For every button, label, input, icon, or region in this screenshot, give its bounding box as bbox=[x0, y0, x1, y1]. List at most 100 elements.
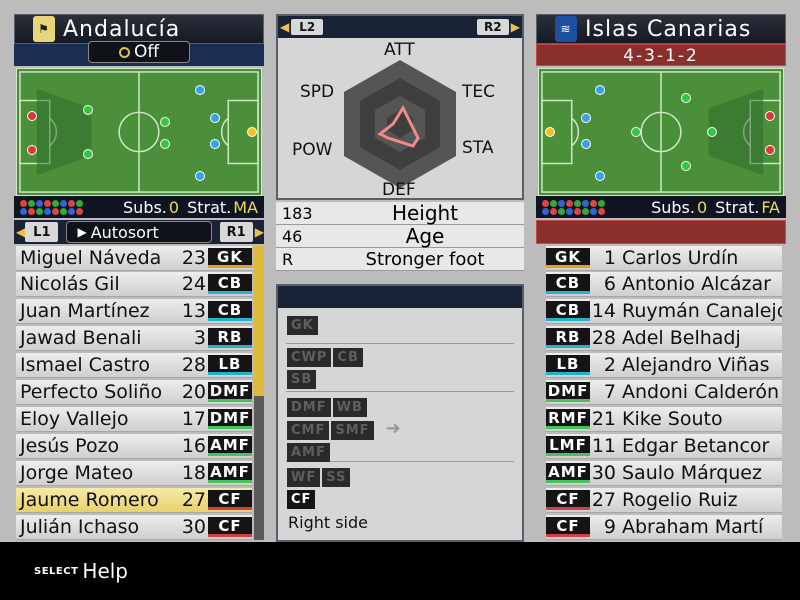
player-name: Jaume Romero bbox=[20, 489, 159, 511]
r2-button[interactable]: R2 bbox=[476, 19, 509, 35]
l1-button[interactable]: L1 bbox=[25, 222, 59, 242]
player-name: Jesús Pozo bbox=[20, 435, 120, 457]
player-number: 28 bbox=[181, 354, 206, 376]
subs-label: Subs. bbox=[651, 197, 695, 217]
position-badge: CB bbox=[208, 274, 252, 294]
player-marker[interactable] bbox=[581, 139, 591, 149]
right-subs-bar: Subs. 0 Strat. FA bbox=[536, 196, 786, 218]
player-row[interactable]: CB 14 Ruymán Canalejo bbox=[546, 299, 782, 324]
l2-button[interactable]: L2 bbox=[291, 19, 324, 35]
player-marker[interactable] bbox=[595, 171, 605, 181]
position-badge: DMF bbox=[208, 409, 252, 429]
player-row[interactable]: Jawad Benali 3 RB bbox=[16, 326, 252, 351]
radar-label-tec: TEC bbox=[462, 82, 495, 102]
player-marker[interactable] bbox=[765, 111, 775, 121]
radar-label-spd: SPD bbox=[300, 82, 335, 102]
strat-label: Strat. bbox=[715, 197, 760, 217]
player-row[interactable]: Ismael Castro 28 LB bbox=[16, 353, 252, 378]
player-row[interactable]: Julián Ichaso 30 CF bbox=[16, 515, 252, 540]
player-name: Ruymán Canalejo bbox=[622, 300, 782, 322]
arrow-right-icon: ➜ bbox=[385, 418, 401, 439]
position-group-gk: GK bbox=[286, 314, 514, 344]
player-row[interactable]: Eloy Vallejo 17 DMF bbox=[16, 407, 252, 432]
player-marker[interactable] bbox=[83, 105, 93, 115]
player-marker[interactable] bbox=[210, 139, 220, 149]
right-formation-pitch[interactable] bbox=[538, 68, 784, 196]
player-number: 17 bbox=[181, 408, 206, 430]
player-marker[interactable] bbox=[765, 145, 775, 155]
player-marker[interactable] bbox=[707, 127, 717, 137]
player-row[interactable]: AMF 30 Saulo Márquez bbox=[546, 461, 782, 486]
height-row: 183 Height bbox=[276, 201, 524, 225]
foot-label: Stronger foot bbox=[365, 248, 485, 270]
age-row: 46 Age bbox=[276, 224, 524, 248]
player-row[interactable]: LB 2 Alejandro Viñas bbox=[546, 353, 782, 378]
player-row[interactable]: CF 27 Rogelio Ruiz bbox=[546, 488, 782, 513]
position-badge: AMF bbox=[208, 463, 252, 483]
left-list-scrollbar[interactable] bbox=[254, 246, 264, 540]
player-row[interactable]: DMF 7 Andoni Calderón bbox=[546, 380, 782, 405]
player-marker[interactable] bbox=[681, 93, 691, 103]
player-radar-panel: ◀ L2 R2 ▶ ATT TEC STA DEF POW SPD bbox=[276, 14, 524, 200]
select-key-icon[interactable]: SELECT bbox=[34, 566, 78, 577]
player-marker[interactable] bbox=[83, 149, 93, 159]
right-team-name: Islas Canarias bbox=[585, 16, 752, 42]
player-marker[interactable] bbox=[195, 171, 205, 181]
autosort-button[interactable]: ▶ Autosort bbox=[66, 221, 212, 243]
arrow-left-icon[interactable]: ◀ bbox=[16, 225, 25, 239]
player-row[interactable]: Jesús Pozo 16 AMF bbox=[16, 434, 252, 459]
player-marker[interactable] bbox=[27, 145, 37, 155]
player-marker[interactable] bbox=[631, 127, 641, 137]
player-row[interactable]: Miguel Náveda 23 GK bbox=[16, 246, 252, 271]
player-marker[interactable] bbox=[581, 113, 591, 123]
player-number: 21 bbox=[591, 408, 616, 430]
subs-indicator-icon bbox=[20, 200, 90, 215]
player-row[interactable]: CB 6 Antonio Alcázar bbox=[546, 272, 782, 297]
position-badge: LMF bbox=[546, 436, 590, 456]
left-formation-pitch[interactable] bbox=[16, 68, 262, 196]
player-row[interactable]: RB 28 Adel Belhadj bbox=[546, 326, 782, 351]
position-badge: CB bbox=[546, 301, 590, 321]
player-marker[interactable] bbox=[681, 161, 691, 171]
player-row[interactable]: Perfecto Soliño 20 DMF bbox=[16, 380, 252, 405]
player-name: Antonio Alcázar bbox=[622, 273, 771, 295]
player-marker[interactable] bbox=[27, 111, 37, 121]
player-number: 27 bbox=[181, 489, 206, 511]
player-row[interactable]: LMF 11 Edgar Betancor bbox=[546, 434, 782, 459]
player-marker[interactable] bbox=[195, 85, 205, 95]
player-row[interactable]: RMF 21 Kike Souto bbox=[546, 407, 782, 432]
scrollbar-thumb[interactable] bbox=[254, 246, 264, 396]
player-marker[interactable] bbox=[595, 85, 605, 95]
goalkeeper-marker[interactable] bbox=[247, 127, 257, 137]
player-info-rows: 183 Height 46 Age R Stronger foot bbox=[276, 201, 524, 271]
player-row[interactable]: GK 1 Carlos Urdín bbox=[546, 246, 782, 271]
height-value: 183 bbox=[282, 203, 313, 223]
position-badge: LB bbox=[208, 355, 252, 375]
player-name: Adel Belhadj bbox=[622, 327, 741, 349]
player-number: 16 bbox=[181, 435, 206, 457]
r1-button[interactable]: R1 bbox=[219, 222, 253, 242]
player-marker[interactable] bbox=[160, 117, 170, 127]
player-row-selected[interactable]: Jaume Romero 27 CF bbox=[16, 488, 252, 513]
right-list-header bbox=[536, 220, 786, 244]
player-name: Eloy Vallejo bbox=[20, 408, 129, 430]
player-row[interactable]: Nicolás Gil 24 CB bbox=[16, 272, 252, 297]
player-row[interactable]: Jorge Mateo 18 AMF bbox=[16, 461, 252, 486]
arrow-right-icon[interactable]: ▶ bbox=[255, 225, 264, 239]
player-name: Andoni Calderón bbox=[622, 381, 780, 403]
arrow-left-icon[interactable]: ◀ bbox=[280, 20, 289, 34]
toggle-button[interactable]: Off bbox=[87, 41, 191, 63]
formation-bar[interactable]: 4-3-1-2 bbox=[536, 44, 786, 66]
player-number: 30 bbox=[591, 462, 616, 484]
player-marker[interactable] bbox=[160, 139, 170, 149]
position-chip: WF bbox=[287, 468, 321, 487]
position-chip: GK bbox=[287, 316, 318, 335]
player-marker[interactable] bbox=[210, 113, 220, 123]
player-row[interactable]: Juan Martínez 13 CB bbox=[16, 299, 252, 324]
player-row[interactable]: CF 9 Abraham Martí bbox=[546, 515, 782, 540]
arrow-right-icon[interactable]: ▶ bbox=[511, 20, 520, 34]
help-label[interactable]: Help bbox=[82, 559, 128, 583]
position-badge: AMF bbox=[546, 463, 590, 483]
left-team-name: Andalucía bbox=[63, 16, 181, 42]
goalkeeper-marker[interactable] bbox=[545, 127, 555, 137]
